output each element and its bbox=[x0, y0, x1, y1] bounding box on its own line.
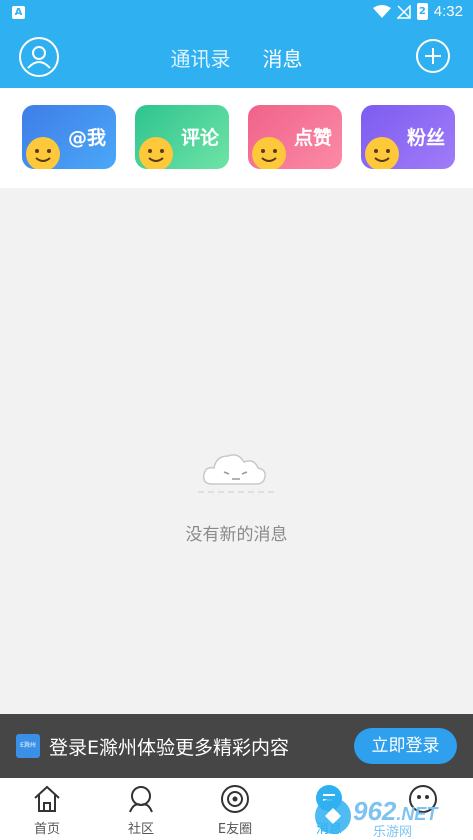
nav-label: 社区 bbox=[127, 822, 154, 837]
app-logo: E滁州 bbox=[16, 734, 40, 758]
circle-icon bbox=[221, 785, 249, 813]
nav-label: E友圈 bbox=[217, 822, 253, 837]
status-icons: 2 4:32 bbox=[372, 3, 463, 20]
smiley-icon bbox=[252, 137, 286, 169]
nav-home[interactable]: 首页 bbox=[0, 778, 94, 840]
quick-cards: @我 评论 点赞 粉丝 bbox=[0, 88, 473, 188]
card-comments[interactable]: 评论 bbox=[135, 105, 229, 169]
clock: 4:32 bbox=[433, 3, 463, 20]
message-list: 没有新的消息 bbox=[0, 188, 473, 714]
tab-messages[interactable]: 消息 bbox=[263, 43, 303, 72]
nav-label: 首页 bbox=[33, 822, 60, 837]
card-label: 评论 bbox=[180, 127, 219, 149]
plus-icon bbox=[425, 48, 441, 64]
card-fans[interactable]: 粉丝 bbox=[361, 105, 455, 169]
no-signal-icon bbox=[396, 4, 411, 19]
empty-message: 没有新的消息 bbox=[185, 525, 288, 545]
card-label: @我 bbox=[67, 127, 106, 149]
smiley-icon bbox=[139, 137, 173, 169]
notification-icon: A bbox=[12, 6, 25, 19]
battery-icon: 2 bbox=[416, 3, 428, 20]
watermark-sub: 乐游网 bbox=[373, 825, 413, 840]
wifi-icon bbox=[372, 4, 391, 18]
smiley-icon bbox=[365, 137, 399, 169]
tab-contacts[interactable]: 通讯录 bbox=[171, 43, 231, 72]
card-likes[interactable]: 点赞 bbox=[248, 105, 342, 169]
banner-text: 登录E滁州体验更多精彩内容 bbox=[49, 737, 290, 759]
login-banner: E滁州 登录E滁州体验更多精彩内容 立即登录 bbox=[0, 714, 473, 778]
status-bar: A 2 4:32 bbox=[0, 0, 473, 26]
card-label: 粉丝 bbox=[406, 127, 445, 149]
card-mention[interactable]: @我 bbox=[22, 105, 116, 169]
cloud-icon bbox=[198, 454, 274, 493]
nav-e-circle[interactable]: E友圈 bbox=[188, 778, 282, 840]
bottom-nav: 首页 社区 E友圈 消息 962.NET 乐游网 bbox=[0, 778, 473, 840]
home-icon bbox=[34, 785, 60, 812]
header-tabs: 通讯录 消息 bbox=[0, 26, 473, 88]
smiley-icon bbox=[26, 137, 60, 169]
watermark: 962.NET 乐游网 bbox=[313, 794, 463, 840]
community-icon bbox=[129, 786, 153, 813]
card-label: 点赞 bbox=[293, 127, 332, 149]
login-button[interactable]: 立即登录 bbox=[354, 728, 457, 764]
top-header: 通讯录 消息 bbox=[0, 26, 473, 88]
nav-community[interactable]: 社区 bbox=[94, 778, 188, 840]
watermark-logo-icon bbox=[315, 798, 351, 834]
add-button[interactable] bbox=[416, 39, 450, 73]
